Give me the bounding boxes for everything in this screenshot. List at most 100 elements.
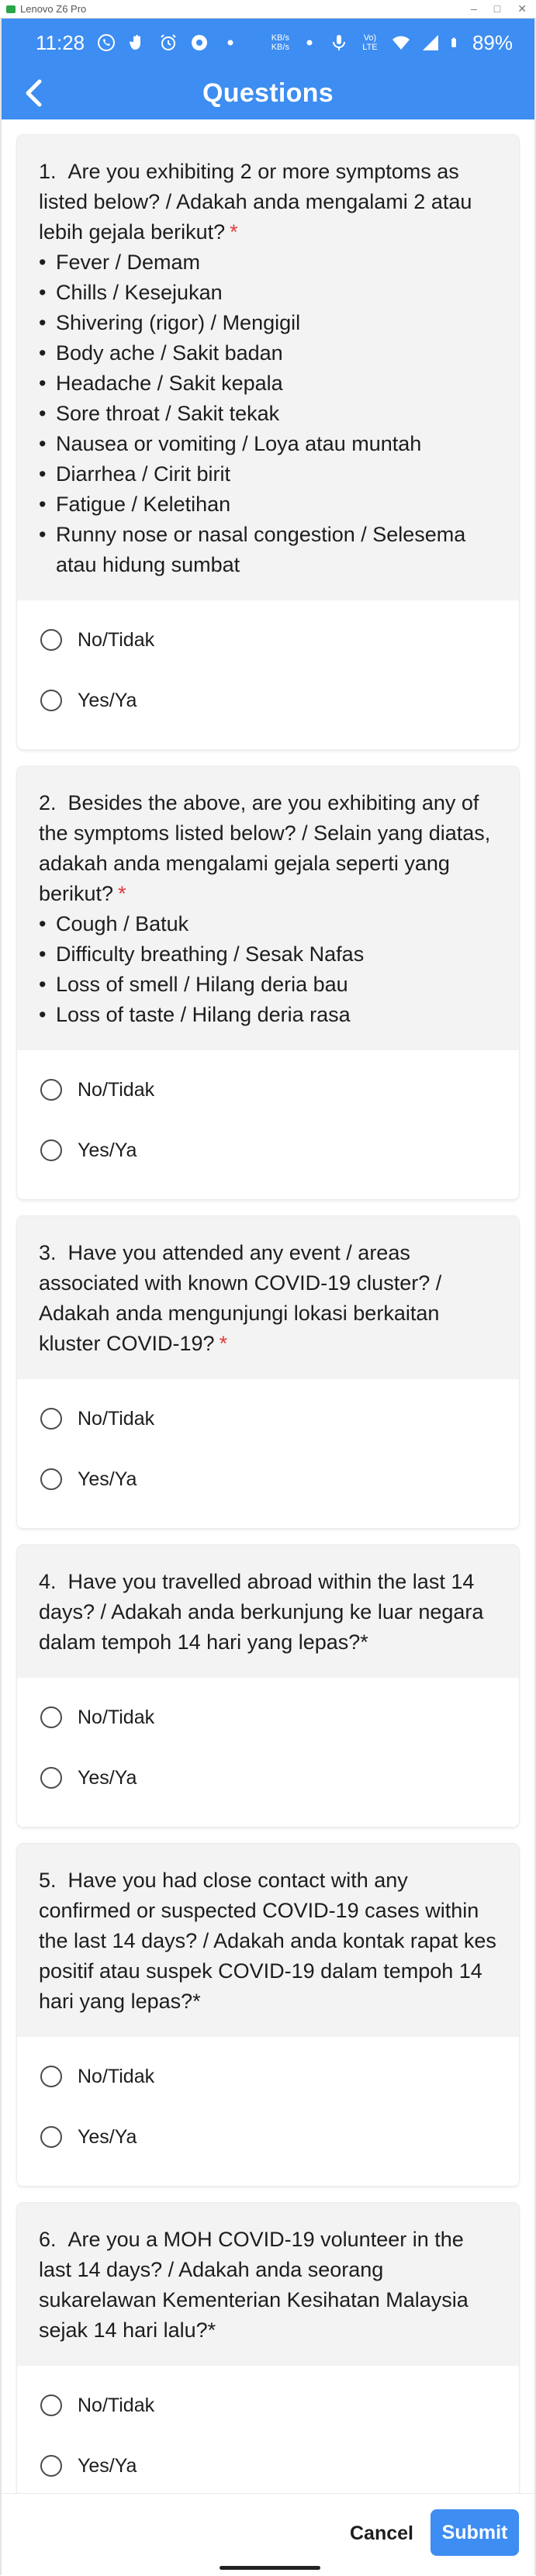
radio-button[interactable]	[40, 690, 62, 711]
question-number: 4.	[39, 1570, 57, 1593]
close-icon[interactable]: ✕	[517, 2, 527, 16]
battery-icon	[451, 37, 456, 47]
question-block: 3. Have you attended any event / areas a…	[17, 1216, 519, 1379]
question-block: 1. Are you exhibiting 2 or more symptoms…	[17, 135, 519, 600]
symptom-item: Difficulty breathing / Sesak Nafas	[39, 939, 497, 970]
maximize-icon[interactable]: □	[494, 2, 500, 16]
radio-label: No/Tidak	[78, 2394, 155, 2416]
radio-button[interactable]	[40, 2455, 62, 2477]
radio-option-yes[interactable]: Yes/Ya	[40, 1449, 496, 1509]
hand-icon	[130, 35, 141, 50]
required-asterisk: *	[219, 1332, 228, 1355]
form-footer: Cancel Submit	[2, 2493, 534, 2576]
radio-group: No/Tidak Yes/Ya	[17, 1379, 519, 1528]
question-card: 2. Besides the above, are you exhibiting…	[17, 766, 519, 1199]
radio-label: Yes/Ya	[78, 1468, 137, 1490]
question-block: 6. Are you a MOH COVID-19 volunteer in t…	[17, 2203, 519, 2366]
symptom-item: Fever / Demam	[39, 247, 497, 278]
question-block: 2. Besides the above, are you exhibiting…	[17, 766, 519, 1050]
radio-label: No/Tidak	[78, 1407, 155, 1430]
question-text: 1. Are you exhibiting 2 or more symptoms…	[39, 157, 497, 247]
radio-option-no[interactable]: No/Tidak	[40, 2046, 496, 2107]
radio-option-yes[interactable]: Yes/Ya	[40, 2436, 496, 2496]
question-block: 5. Have you had close contact with any c…	[17, 1844, 519, 2037]
radio-label: Yes/Ya	[78, 689, 137, 711]
radio-group: No/Tidak Yes/Ya	[17, 1678, 519, 1827]
status-bar: 11:28 KB/s KB/s Vo) LTE 89%	[2, 19, 534, 67]
wifi-icon	[392, 36, 410, 50]
question-number: 6.	[39, 2228, 57, 2251]
radio-label: No/Tidak	[78, 1706, 155, 1728]
question-text: 5. Have you had close contact with any c…	[39, 1865, 497, 2017]
volte-indicator: Vo) LTE	[362, 33, 378, 52]
radio-label: No/Tidak	[78, 1078, 155, 1101]
question-label: Have you had close contact with any conf…	[39, 1869, 496, 2013]
question-text: 6. Are you a MOH COVID-19 volunteer in t…	[39, 2225, 497, 2346]
radio-option-yes[interactable]: Yes/Ya	[40, 1120, 496, 1181]
page-title: Questions	[202, 78, 334, 108]
battery-percent: 89%	[472, 30, 513, 54]
symptom-item: Body ache / Sakit badan	[39, 338, 497, 368]
radio-button[interactable]	[40, 2394, 62, 2416]
submit-button[interactable]: Submit	[431, 2509, 519, 2556]
question-card: 4. Have you travelled abroad within the …	[17, 1545, 519, 1827]
radio-label: No/Tidak	[78, 2065, 155, 2087]
mic-icon	[332, 35, 345, 50]
radio-button[interactable]	[40, 2066, 62, 2087]
radio-group: No/Tidak Yes/Ya	[17, 2037, 519, 2186]
radio-group: No/Tidak Yes/Ya	[17, 600, 519, 749]
dot-icon	[227, 40, 233, 46]
radio-button[interactable]	[40, 1408, 62, 1430]
symptom-item: Nausea or vomiting / Loya atau muntah	[39, 429, 497, 459]
radio-label: Yes/Ya	[78, 1766, 137, 1789]
radio-label: Yes/Ya	[78, 2454, 137, 2477]
signal-icon	[422, 35, 438, 50]
question-text: 2. Besides the above, are you exhibiting…	[39, 788, 497, 909]
question-card: 6. Are you a MOH COVID-19 volunteer in t…	[17, 2203, 519, 2515]
radio-option-yes[interactable]: Yes/Ya	[40, 670, 496, 731]
radio-option-yes[interactable]: Yes/Ya	[40, 1748, 496, 1808]
question-block: 4. Have you travelled abroad within the …	[17, 1545, 519, 1678]
radio-button[interactable]	[40, 1079, 62, 1101]
back-button[interactable]	[19, 78, 50, 109]
question-label: Are you a MOH COVID-19 volunteer in the …	[39, 2228, 469, 2342]
radio-button[interactable]	[40, 2126, 62, 2148]
radio-button[interactable]	[40, 629, 62, 651]
radio-option-no[interactable]: No/Tidak	[40, 1060, 496, 1120]
radio-label: Yes/Ya	[78, 1139, 137, 1161]
radio-label: Yes/Ya	[78, 2125, 137, 2148]
symptom-item: Loss of taste / Hilang deria rasa	[39, 1000, 497, 1030]
symptom-item: Sore throat / Sakit tekak	[39, 399, 497, 429]
radio-option-no[interactable]: No/Tidak	[40, 610, 496, 670]
network-speed: KB/s KB/s	[271, 33, 289, 52]
window-titlebar: Lenovo Z6 Pro – □ ✕	[0, 0, 536, 19]
radio-button[interactable]	[40, 1706, 62, 1728]
radio-option-yes[interactable]: Yes/Ya	[40, 2107, 496, 2167]
question-card: 5. Have you had close contact with any c…	[17, 1844, 519, 2186]
radio-option-no[interactable]: No/Tidak	[40, 1388, 496, 1449]
symptom-list: Fever / DemamChills / KesejukanShivering…	[39, 247, 497, 580]
question-label: Have you travelled abroad within the las…	[39, 1570, 484, 1654]
symptom-item: Headache / Sakit kepala	[39, 368, 497, 399]
questions-list: 1. Are you exhibiting 2 or more symptoms…	[17, 135, 519, 2532]
question-number: 2.	[39, 791, 57, 814]
minimize-icon[interactable]: –	[471, 2, 477, 16]
radio-option-no[interactable]: No/Tidak	[40, 1687, 496, 1748]
question-card: 3. Have you attended any event / areas a…	[17, 1216, 519, 1528]
question-label: Besides the above, are you exhibiting an…	[39, 791, 491, 905]
record-icon	[192, 35, 208, 50]
device-screen: 11:28 KB/s KB/s Vo) LTE 89% Questions 1.…	[0, 19, 536, 2576]
radio-button[interactable]	[40, 1139, 62, 1161]
home-indicator[interactable]	[220, 2566, 320, 2570]
question-label: Are you exhibiting 2 or more symptoms as…	[39, 160, 472, 244]
symptom-list: Cough / BatukDifficulty breathing / Sesa…	[39, 909, 497, 1030]
radio-group: No/Tidak Yes/Ya	[17, 1050, 519, 1199]
radio-option-no[interactable]: No/Tidak	[40, 2375, 496, 2436]
question-text: 4. Have you travelled abroad within the …	[39, 1567, 497, 1658]
cancel-button[interactable]: Cancel	[335, 2511, 428, 2556]
radio-button[interactable]	[40, 1767, 62, 1789]
symptom-item: Shivering (rigor) / Mengigil	[39, 308, 497, 338]
required-asterisk: *	[230, 220, 238, 244]
radio-label: No/Tidak	[78, 628, 155, 651]
radio-button[interactable]	[40, 1468, 62, 1490]
